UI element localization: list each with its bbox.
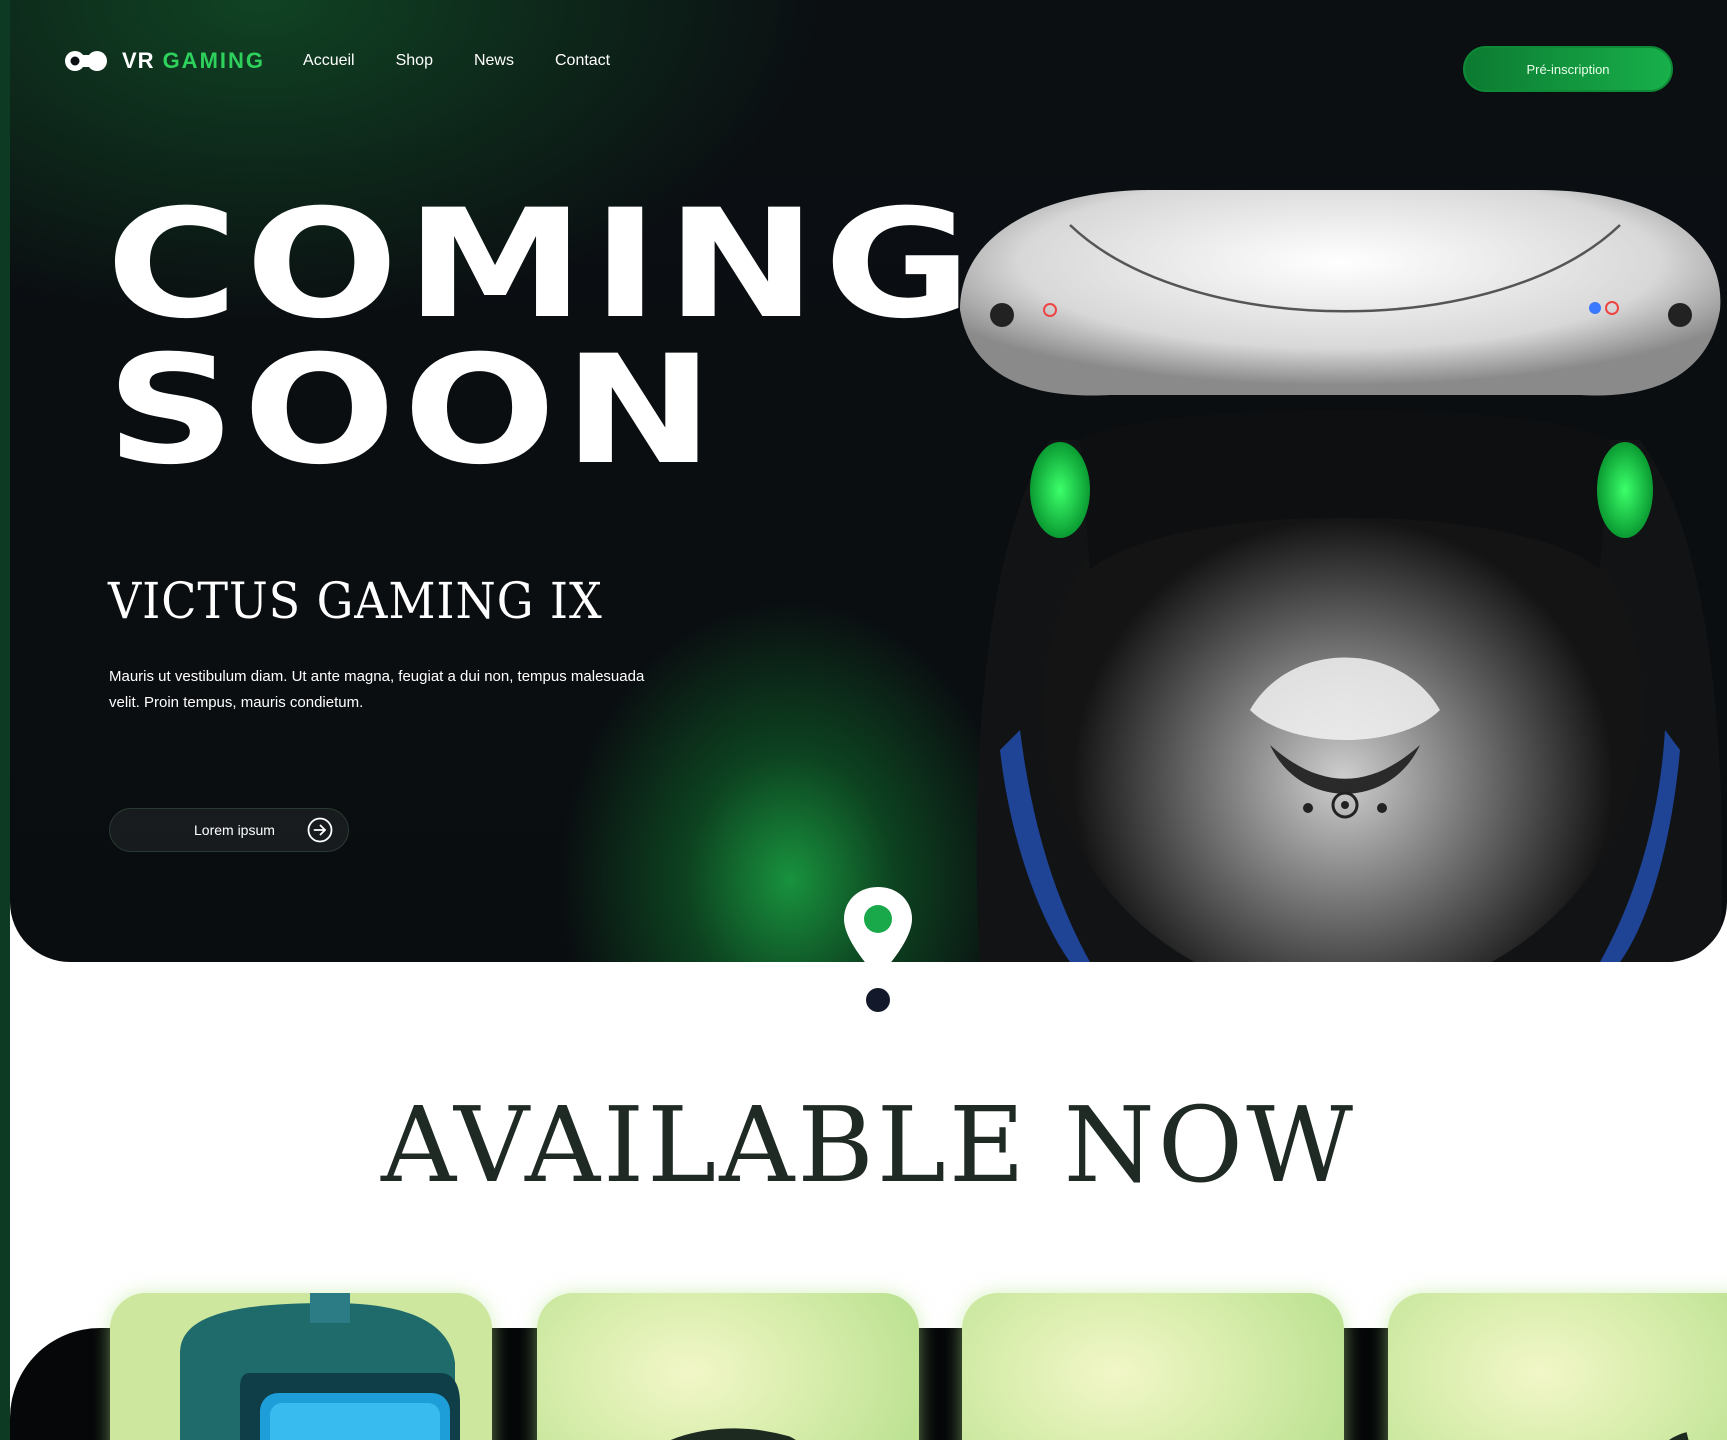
nav-links: Accueil Shop News Contact bbox=[303, 52, 651, 70]
hero-title-line-2: SOON bbox=[106, 324, 722, 498]
top-nav: VR GAMING Accueil Shop News Contact bbox=[64, 48, 651, 74]
product-card-2[interactable] bbox=[537, 1293, 919, 1440]
vr-logo-icon bbox=[65, 51, 107, 71]
hero-title: COMING SOON bbox=[106, 190, 979, 486]
hero-section: VR GAMING Accueil Shop News Contact Pré-… bbox=[10, 0, 1727, 962]
nav-link-shop[interactable]: Shop bbox=[396, 52, 433, 70]
pre-registration-button[interactable]: Pré-inscription bbox=[1463, 46, 1673, 92]
location-pin-icon bbox=[844, 887, 912, 1012]
brand-name-gaming: GAMING bbox=[162, 48, 266, 73]
brand-logo[interactable]: VR GAMING bbox=[64, 48, 265, 74]
product-card-3[interactable] bbox=[962, 1293, 1344, 1440]
page: VR GAMING Accueil Shop News Contact Pré-… bbox=[10, 0, 1727, 1440]
product-card-1[interactable] bbox=[110, 1293, 492, 1440]
hero-cta-label: Lorem ipsum bbox=[194, 822, 275, 838]
robot-helmet-image bbox=[110, 1293, 492, 1440]
vr-headset-robot-image bbox=[960, 190, 1723, 962]
brand-name-vr: VR bbox=[122, 48, 155, 73]
available-now-heading: AVAILABLE NOW bbox=[381, 1084, 1356, 1206]
nav-link-accueil[interactable]: Accueil bbox=[303, 52, 355, 70]
nav-link-contact[interactable]: Contact bbox=[555, 52, 610, 70]
headset-silhouette-image bbox=[671, 1428, 796, 1440]
product-card-4[interactable] bbox=[1388, 1293, 1727, 1440]
headset-strap-image bbox=[1669, 1432, 1689, 1440]
hero-subtitle: VICTUS GAMING IX bbox=[108, 572, 603, 630]
nav-link-news[interactable]: News bbox=[474, 52, 514, 70]
hero-cta-button[interactable]: Lorem ipsum bbox=[109, 808, 349, 852]
arrow-right-circle-icon bbox=[307, 817, 333, 843]
hero-description: Mauris ut vestibulum diam. Ut ante magna… bbox=[109, 668, 645, 711]
